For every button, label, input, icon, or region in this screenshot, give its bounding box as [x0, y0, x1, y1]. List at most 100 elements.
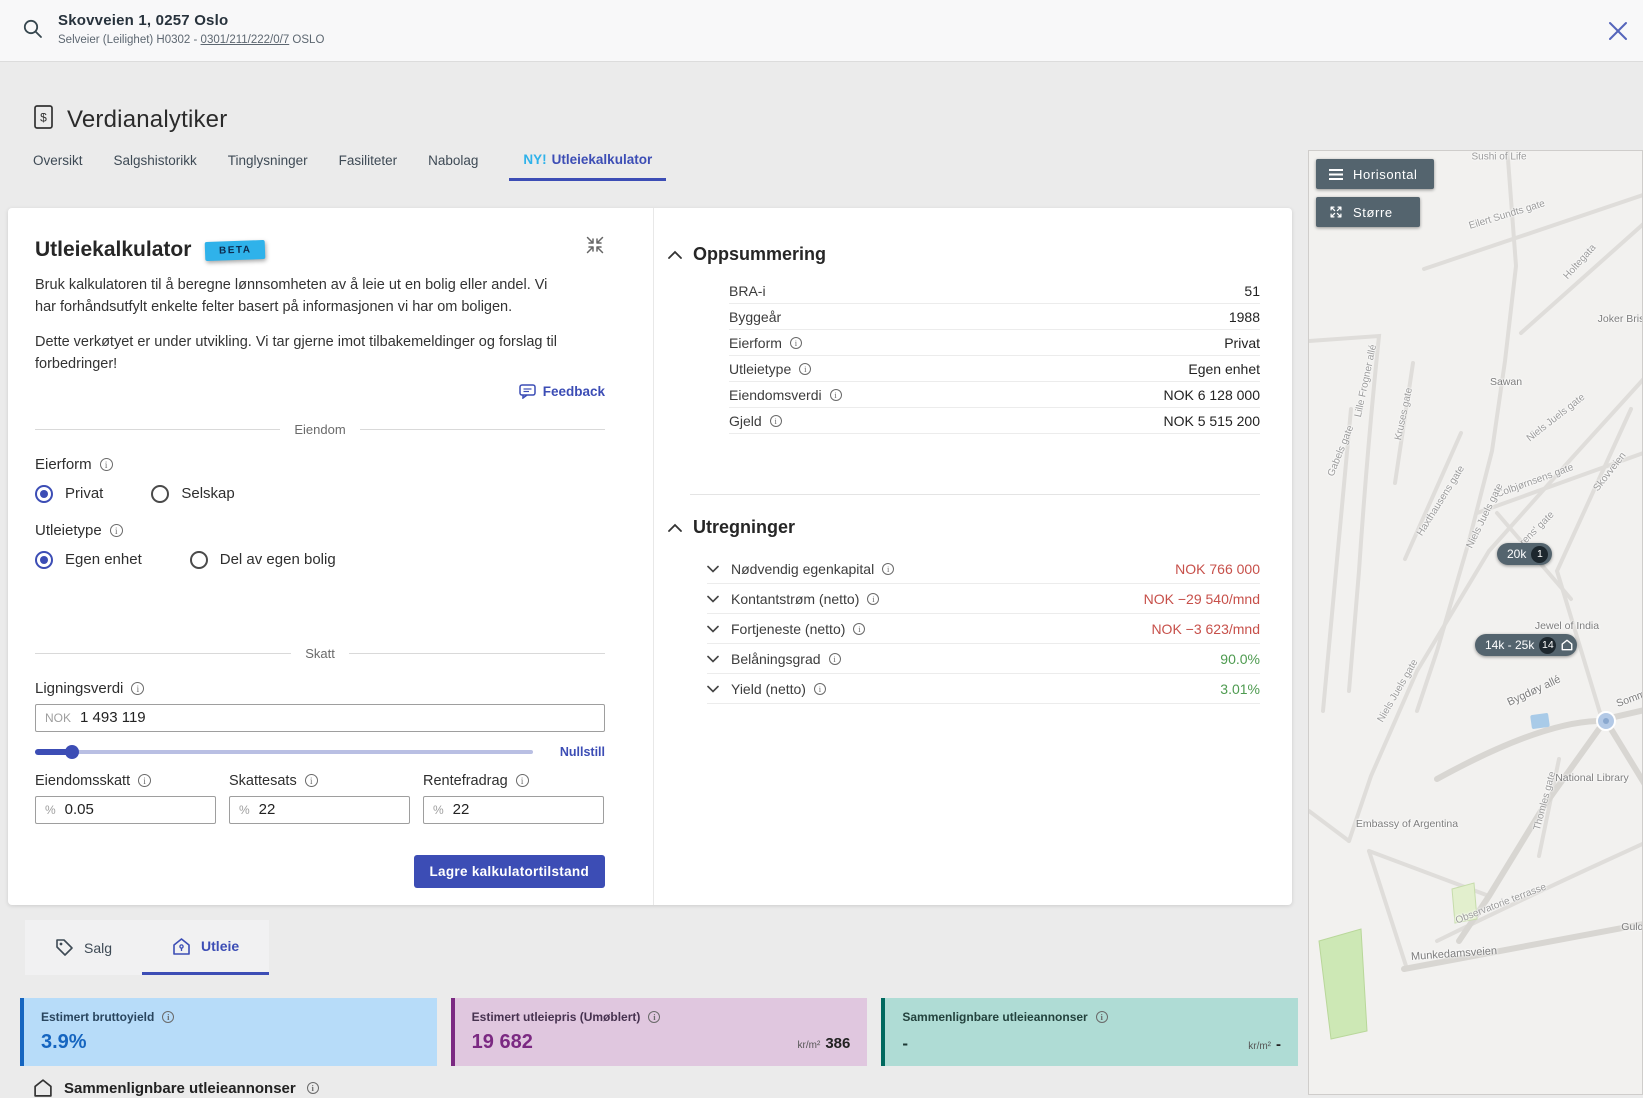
currency-prefix: NOK	[45, 711, 71, 725]
new-badge: NY!	[523, 152, 546, 167]
collapse-icon[interactable]	[585, 235, 605, 260]
tab-utleie[interactable]: Utleie	[142, 920, 269, 975]
close-icon[interactable]	[1605, 18, 1631, 44]
svg-text:$: $	[40, 111, 47, 125]
table-row[interactable]: Yield (netto) 3.01%	[707, 674, 1260, 704]
ligningsverdi-slider[interactable]	[35, 745, 533, 758]
utregninger-table: Nødvendig egenkapital NOK 766 000 Kontan…	[707, 554, 1260, 704]
radio-privat[interactable]: Privat	[35, 485, 103, 503]
storre-button[interactable]: Større	[1316, 197, 1420, 227]
tab-fasiliteter[interactable]: Fasiliteter	[339, 153, 398, 181]
marker-count-badge: 14	[1539, 637, 1556, 654]
radio-selskap[interactable]: Selskap	[151, 485, 234, 503]
map-marker-20k[interactable]: 20k1	[1497, 543, 1552, 565]
table-row: GjeldNOK 5 515 200	[729, 408, 1260, 434]
map-label: Gulds	[1621, 921, 1643, 933]
utleiepris-card: Estimert utleiepris (Umøblert) 19 682 kr…	[451, 998, 868, 1066]
property-address[interactable]: Skovveien 1, 0257 Oslo Selveier (Leiligh…	[58, 12, 324, 46]
ligningsverdi-input[interactable]	[80, 709, 595, 726]
expand-icon	[1329, 205, 1343, 219]
info-icon[interactable]	[814, 683, 826, 695]
chevron-down-icon[interactable]	[707, 595, 719, 603]
info-icon[interactable]	[867, 593, 879, 605]
radio-del-av-egen-bolig[interactable]: Del av egen bolig	[190, 551, 336, 569]
info-icon[interactable]	[516, 774, 529, 787]
eiendomsskatt-input[interactable]	[65, 801, 206, 818]
tab-salg[interactable]: Salg	[25, 920, 142, 975]
intro-paragraph-2: Dette verkøtyet er under utvikling. Vi t…	[35, 331, 560, 376]
utregninger-header[interactable]: Utregninger	[668, 517, 1260, 538]
info-icon[interactable]	[648, 1011, 660, 1023]
info-icon[interactable]	[830, 389, 842, 401]
chevron-down-icon[interactable]	[707, 655, 719, 663]
info-icon[interactable]	[110, 524, 123, 537]
calculator-form: Utleiekalkulator BETA Bruk kalkulatoren …	[8, 208, 653, 905]
oppsummering-header[interactable]: Oppsummering	[668, 244, 1260, 265]
radio-egen-enhet[interactable]: Egen enhet	[35, 551, 142, 569]
horisontal-button[interactable]: Horisontal	[1316, 159, 1434, 189]
info-icon[interactable]	[162, 1011, 174, 1023]
nullstill-link[interactable]: Nullstill	[560, 745, 605, 759]
house-icon	[172, 937, 191, 956]
list-icon	[1329, 169, 1343, 180]
map-label: Joker Bris	[1598, 313, 1643, 325]
info-icon[interactable]	[882, 563, 894, 575]
info-icon[interactable]	[829, 653, 841, 665]
kpi-cards-row: Estimert bruttoyield 3.9% Estimert utlei…	[20, 998, 1298, 1066]
table-row[interactable]: Nødvendig egenkapital NOK 766 000	[707, 554, 1260, 584]
info-icon[interactable]	[138, 774, 151, 787]
tab-utleiekalkulator[interactable]: NY!Utleiekalkulator	[509, 152, 666, 181]
calculator-title: Utleiekalkulator	[35, 238, 191, 262]
top-search-bar: Skovveien 1, 0257 Oslo Selveier (Leiligh…	[0, 0, 1643, 62]
map-marker-14k-25k[interactable]: 14k - 25k14	[1475, 634, 1577, 656]
slider-thumb[interactable]	[65, 745, 79, 759]
document-dollar-icon: $	[33, 104, 55, 135]
info-icon[interactable]	[307, 1082, 319, 1094]
skattesats-input[interactable]	[259, 801, 400, 818]
cadastre-link[interactable]: 0301/211/222/0/7	[201, 34, 290, 46]
map-label: Sushi of Life	[1471, 152, 1526, 163]
chevron-down-icon[interactable]	[707, 565, 719, 573]
table-row[interactable]: Fortjeneste (netto) NOK −3 623/mnd	[707, 614, 1260, 644]
table-row[interactable]: Belåningsgrad 90.0%	[707, 644, 1260, 674]
table-row[interactable]: Kontantstrøm (netto) NOK −29 540/mnd	[707, 584, 1260, 614]
section-separator	[690, 494, 1260, 495]
eierform-options: Privat Selskap	[35, 485, 605, 503]
save-calculator-button[interactable]: Lagre kalkulatortilstand	[414, 855, 606, 888]
unit-per-sqm: kr/m²-	[1248, 1036, 1281, 1053]
unit-per-sqm: kr/m²386	[798, 1035, 851, 1052]
calculator-card: Utleiekalkulator BETA Bruk kalkulatoren …	[8, 208, 1292, 905]
oppsummering-table: BRA-i51 Byggeår1988 EierformPrivat Utlei…	[729, 278, 1260, 434]
info-icon[interactable]	[790, 337, 802, 349]
table-row: UtleietypeEgen enhet	[729, 356, 1260, 382]
info-icon[interactable]	[853, 623, 865, 635]
chat-icon	[519, 384, 536, 399]
info-icon[interactable]	[799, 363, 811, 375]
map-label: Sawan	[1490, 376, 1522, 388]
sammenlignbare-section-heading: Sammenlignbare utleieannonser	[33, 1078, 319, 1098]
slider-track[interactable]	[35, 750, 533, 754]
tab-salgshistorikk[interactable]: Salgshistorikk	[114, 153, 197, 181]
tag-icon	[55, 938, 74, 957]
tab-nabolag[interactable]: Nabolag	[428, 153, 478, 181]
chevron-down-icon[interactable]	[707, 625, 719, 633]
rentefradrag-field: %	[423, 796, 604, 824]
search-icon[interactable]	[22, 18, 44, 45]
info-icon[interactable]	[100, 458, 113, 471]
map-panel[interactable]: Sushi of Life Eilert Sundts gate Holtega…	[1308, 150, 1643, 1095]
info-icon[interactable]	[1096, 1011, 1108, 1023]
table-row: EierformPrivat	[729, 330, 1260, 356]
map-label: Jewel of India	[1535, 620, 1599, 632]
info-icon[interactable]	[770, 415, 782, 427]
house-icon	[33, 1078, 53, 1098]
tab-tinglysninger[interactable]: Tinglysninger	[228, 153, 308, 181]
info-icon[interactable]	[131, 682, 144, 695]
rentefradrag-input[interactable]	[453, 801, 594, 818]
eiendomsskatt-label: Eiendomsskatt	[35, 773, 216, 789]
info-icon[interactable]	[305, 774, 318, 787]
house-icon	[1561, 639, 1573, 651]
feedback-link[interactable]: Feedback	[519, 384, 605, 399]
chevron-down-icon[interactable]	[707, 685, 719, 693]
tab-oversikt[interactable]: Oversikt	[33, 153, 83, 181]
beta-badge: BETA	[205, 239, 266, 260]
